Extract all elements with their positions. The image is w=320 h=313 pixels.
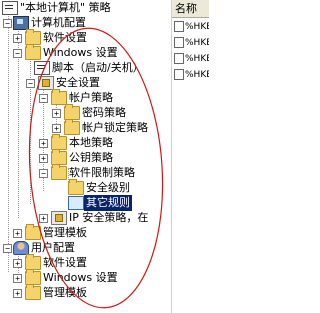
tree-line [8, 12, 9, 237]
tree-line [8, 236, 9, 272]
list-item-label: %HKEY [185, 70, 209, 80]
rule-icon [174, 37, 184, 48]
tree-label: 管理模板 [43, 226, 87, 239]
column-header-name[interactable]: 名称 [172, 0, 209, 18]
user-icon [13, 241, 29, 255]
list-item[interactable]: %HKEY [174, 52, 209, 67]
tree-label: 本地策略 [69, 136, 113, 149]
collapse-icon[interactable]: − [13, 49, 22, 58]
tree-label: 密码策略 [82, 106, 126, 119]
folder-icon [51, 134, 67, 150]
folder-icon [68, 179, 84, 195]
security-icon [38, 76, 54, 90]
folder-icon [51, 89, 67, 105]
list-item-label: %HKEY [185, 54, 209, 64]
computer-icon [13, 16, 29, 30]
expand-icon[interactable]: + [39, 214, 48, 223]
list-item-label: %HKEY [185, 22, 209, 32]
rule-icon [174, 21, 184, 32]
expand-icon[interactable]: + [13, 229, 22, 238]
folder-icon [51, 149, 67, 165]
tree-label: "本地计算机" 策略 [20, 1, 111, 14]
ip-security-icon [51, 211, 67, 225]
details-pane: 名称 %HKEY %HKEY %HKEY %HKEY [172, 0, 209, 313]
tree-label: 计算机配置 [31, 16, 86, 29]
collapse-icon[interactable]: − [26, 79, 35, 88]
collapse-icon[interactable]: − [3, 244, 12, 253]
tree-label: 公钥策略 [69, 151, 113, 164]
policy-tree: "本地计算机" 策略 − 计算机配置 + 软件设置 − Windows 设置 脚… [0, 0, 172, 313]
expand-icon[interactable]: + [39, 139, 48, 148]
expand-icon[interactable]: + [13, 289, 22, 298]
expand-icon[interactable]: + [39, 154, 48, 163]
expand-icon[interactable]: + [13, 34, 22, 43]
folder-icon [64, 119, 80, 135]
expand-icon[interactable]: + [13, 259, 22, 268]
list-item-label: %HKEY [185, 38, 209, 48]
policy-icon [2, 1, 18, 15]
tree-label: 软件限制策略 [69, 166, 135, 179]
tree-label: 管理模板 [43, 286, 87, 299]
list-item[interactable]: %HKEY [174, 20, 209, 35]
folder-icon [25, 29, 41, 45]
tree-label: 脚本（启动/关机） [52, 61, 144, 74]
expand-icon[interactable]: + [13, 274, 22, 283]
list-item[interactable]: %HKEY [174, 36, 209, 51]
tree-label: 用户配置 [31, 241, 75, 254]
tree-label: 软件设置 [43, 256, 87, 269]
collapse-icon[interactable]: − [3, 19, 12, 28]
list-item[interactable]: %HKEY [174, 68, 209, 83]
tree-label: Windows 设置 [43, 271, 118, 284]
expand-icon[interactable]: + [52, 124, 61, 133]
tree-label: 帐户策略 [69, 91, 113, 104]
tree-label: 帐户锁定策略 [82, 121, 148, 134]
folder-icon [64, 104, 80, 120]
rule-icon [174, 53, 184, 64]
folder-icon [25, 269, 41, 285]
folder-icon [51, 164, 67, 180]
folder-icon [25, 254, 41, 270]
tree-label: 安全设置 [56, 76, 100, 89]
script-icon [34, 61, 50, 75]
collapse-icon[interactable]: − [39, 169, 48, 178]
tree-label: Windows 设置 [43, 46, 118, 59]
rule-icon [174, 69, 184, 80]
folder-icon [25, 224, 41, 240]
tree-label: 安全级别 [86, 181, 130, 194]
collapse-icon[interactable]: − [39, 94, 48, 103]
folder-icon [25, 284, 41, 300]
tree-label: 其它规则 [84, 195, 132, 211]
expand-icon[interactable]: + [52, 109, 61, 118]
rules-folder-icon [68, 196, 84, 210]
tree-label: 软件设置 [43, 31, 87, 44]
tree-label: IP 安全策略，在 [69, 211, 149, 224]
folder-icon [25, 44, 41, 60]
